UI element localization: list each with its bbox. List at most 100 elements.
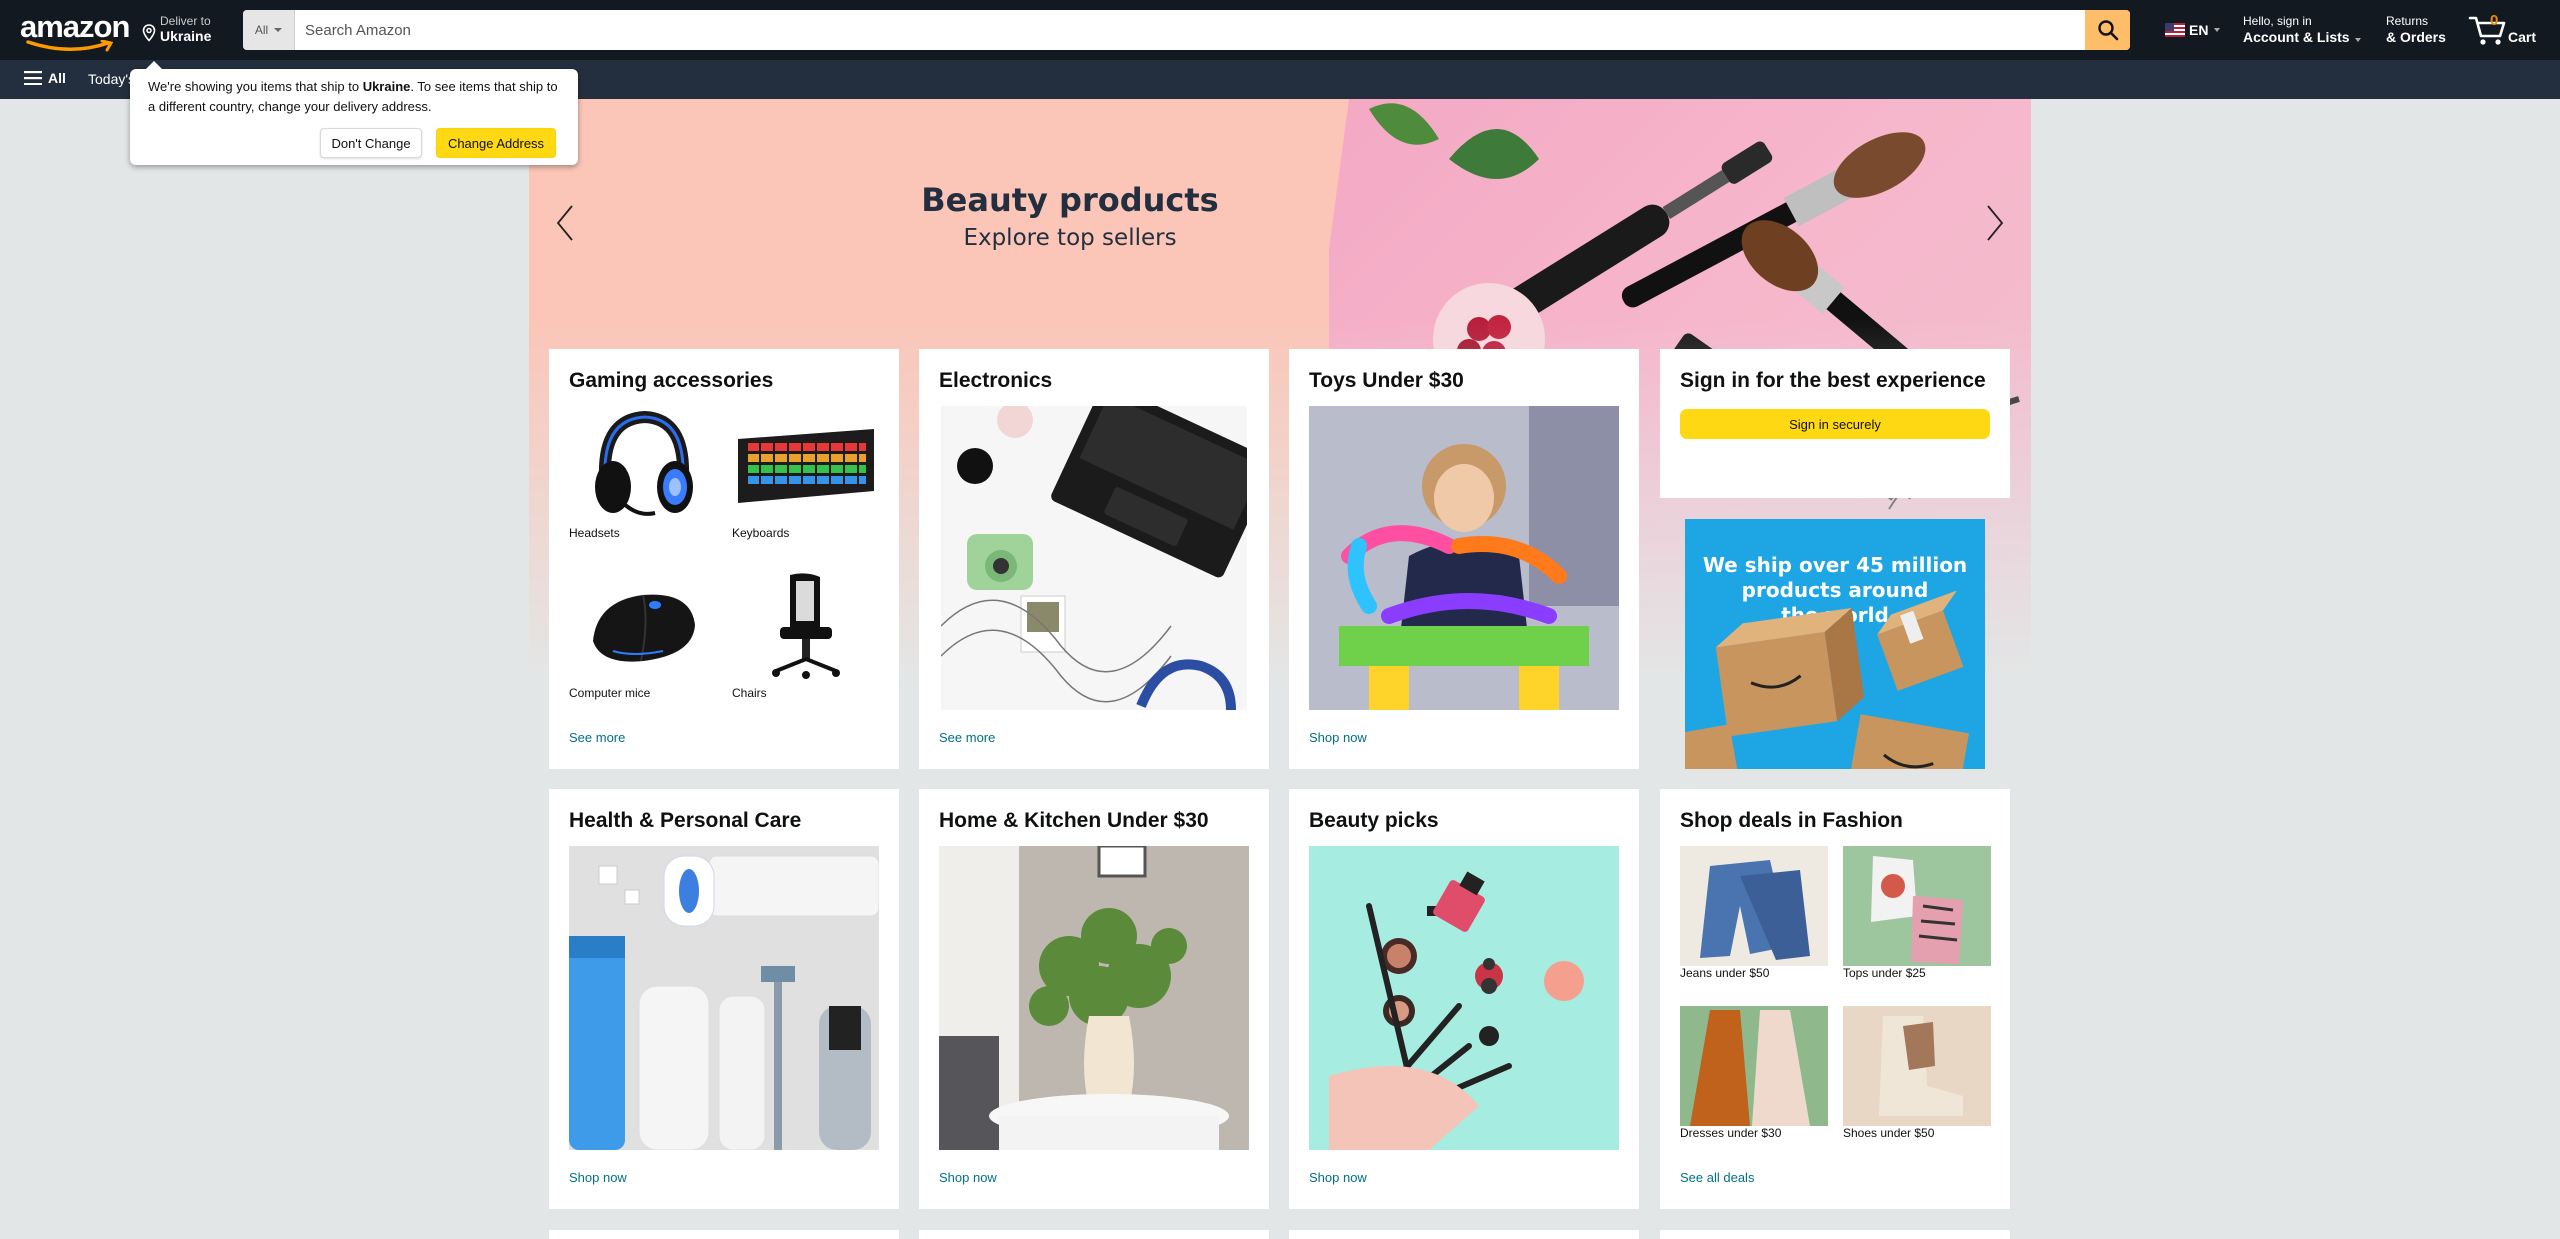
ship-worldwide-banner[interactable]: We ship over 45 million products around … xyxy=(1685,519,1985,769)
shop-now-link[interactable]: Shop now xyxy=(1309,1170,1367,1185)
card-signin: Sign in for the best experience Sign in … xyxy=(1660,349,2010,498)
chevron-down-icon xyxy=(2355,38,2362,42)
us-flag-icon xyxy=(2165,23,2185,37)
search-bar: All xyxy=(243,10,2130,50)
dresses-image[interactable] xyxy=(1680,1006,1828,1126)
jeans-icon xyxy=(1700,860,1810,960)
card-home-kitchen: Home & Kitchen Under $30 Shop now xyxy=(919,789,1269,1209)
tops-image[interactable] xyxy=(1843,846,1991,966)
personal-care-icon xyxy=(569,846,879,1150)
boxes-icon xyxy=(1685,590,1969,769)
delivery-popover: We're showing you items that ship to Ukr… xyxy=(130,61,578,165)
card-partial xyxy=(1660,1230,2010,1239)
beauty-picks-image[interactable] xyxy=(1309,846,1619,1150)
search-icon xyxy=(2097,20,2118,41)
carousel-next-button[interactable] xyxy=(1975,201,2015,245)
jeans-image[interactable] xyxy=(1680,846,1828,966)
account-lists-text: Account & Lists xyxy=(2243,29,2350,45)
signin-title: Sign in for the best experience xyxy=(1680,369,1986,392)
grid-item-label[interactable]: Keyboards xyxy=(732,526,789,540)
cart-count: 0 xyxy=(2490,12,2499,29)
logo-smile-icon xyxy=(26,40,114,52)
top-nav: amazon Deliver to Ukraine All EN xyxy=(0,0,2560,60)
health-image[interactable] xyxy=(569,846,879,1150)
card-electronics: Electronics See more xyxy=(919,349,1269,769)
account-menu[interactable]: Hello, sign in Account & Lists xyxy=(2243,14,2362,46)
change-address-button[interactable]: Change Address xyxy=(436,128,556,158)
boot-icon xyxy=(1879,1016,1963,1116)
makeup-bag-icon xyxy=(1309,846,1619,1150)
dont-change-button[interactable]: Don't Change xyxy=(320,128,422,158)
see-more-link[interactable]: See more xyxy=(939,730,995,745)
headset-icon xyxy=(595,410,693,516)
grid-item-label[interactable]: Computer mice xyxy=(569,686,650,700)
card-title: Health & Personal Care xyxy=(569,809,802,832)
chevron-down-icon xyxy=(274,28,283,32)
search-button[interactable] xyxy=(2085,10,2130,50)
returns-orders[interactable]: Returns & Orders xyxy=(2386,14,2446,46)
laptop-camera-icon xyxy=(941,406,1247,710)
chevron-left-icon xyxy=(556,205,573,241)
cart-button[interactable]: 0 Cart xyxy=(2468,10,2548,50)
keyboards-image[interactable] xyxy=(732,406,880,526)
card-title: Toys Under $30 xyxy=(1309,369,1464,392)
grid-item-label[interactable]: Shoes under $50 xyxy=(1843,1126,1934,1140)
card-partial xyxy=(1289,1230,1639,1239)
cart-label: Cart xyxy=(2508,29,2537,45)
amazon-logo[interactable]: amazon xyxy=(20,9,130,52)
grid-item-label[interactable]: Tops under $25 xyxy=(1843,966,1926,980)
returns-label: Returns xyxy=(2386,14,2429,28)
location-pin-icon xyxy=(142,24,156,42)
electronics-image[interactable] xyxy=(941,406,1247,710)
search-category-select[interactable]: All xyxy=(243,10,295,50)
toys-image[interactable] xyxy=(1309,406,1619,710)
chevron-right-icon xyxy=(1987,205,2004,241)
language-selector[interactable]: EN xyxy=(2165,22,2221,38)
card-partial xyxy=(549,1230,899,1239)
see-more-link[interactable]: See more xyxy=(569,730,625,745)
card-title: Beauty picks xyxy=(1309,809,1439,832)
child-playing-icon xyxy=(1309,406,1619,710)
card-title: Shop deals in Fashion xyxy=(1680,809,1903,832)
grid-item-label[interactable]: Jeans under $50 xyxy=(1680,966,1769,980)
mouse-icon xyxy=(593,594,695,662)
card-partial xyxy=(919,1230,1269,1239)
all-menu-label: All xyxy=(48,70,66,86)
deliver-label: Deliver to xyxy=(160,14,211,28)
card-health: Health & Personal Care Shop now xyxy=(549,789,899,1209)
search-input[interactable] xyxy=(295,10,2085,50)
card-title: Gaming accessories xyxy=(569,369,774,392)
shop-now-link[interactable]: Shop now xyxy=(569,1170,627,1185)
all-menu-button[interactable]: All xyxy=(24,70,66,86)
hero-subtitle: Explore top sellers xyxy=(963,225,1177,251)
grid-item-label[interactable]: Headsets xyxy=(569,526,620,540)
hamburger-icon xyxy=(24,71,42,85)
chairs-image[interactable] xyxy=(732,566,880,686)
account-greeting: Hello, sign in xyxy=(2243,14,2312,28)
card-gaming-accessories: Gaming accessories Headsets Keyboards Co… xyxy=(549,349,899,769)
orders-label: & Orders xyxy=(2386,29,2446,45)
card-title: Home & Kitchen Under $30 xyxy=(939,809,1209,832)
plant-vase-icon xyxy=(939,846,1249,1150)
logo-text: amazon xyxy=(20,9,130,44)
deliver-country: Ukraine xyxy=(160,28,212,44)
see-all-deals-link[interactable]: See all deals xyxy=(1680,1170,1754,1185)
grid-item-label[interactable]: Chairs xyxy=(732,686,767,700)
card-toys: Toys Under $30 Shop now xyxy=(1289,349,1639,769)
shop-now-link[interactable]: Shop now xyxy=(939,1170,997,1185)
grid-item-label[interactable]: Dresses under $30 xyxy=(1680,1126,1781,1140)
chevron-down-icon xyxy=(2214,28,2221,32)
computer-mice-image[interactable] xyxy=(569,566,717,686)
hero-title: Beauty products xyxy=(921,181,1219,219)
carousel-prev-button[interactable] xyxy=(545,201,585,245)
home-kitchen-image[interactable] xyxy=(939,846,1249,1150)
card-title: Electronics xyxy=(939,369,1053,392)
headsets-image[interactable] xyxy=(569,406,717,526)
shop-now-link[interactable]: Shop now xyxy=(1309,730,1367,745)
keyboard-icon xyxy=(738,429,874,503)
account-label: Account & Lists xyxy=(2243,28,2362,46)
card-beauty-picks: Beauty picks Shop now xyxy=(1289,789,1639,1209)
shoes-image[interactable] xyxy=(1843,1006,1991,1126)
dress-icon xyxy=(1690,1010,1810,1126)
sign-in-securely-button[interactable]: Sign in securely xyxy=(1680,409,1990,439)
